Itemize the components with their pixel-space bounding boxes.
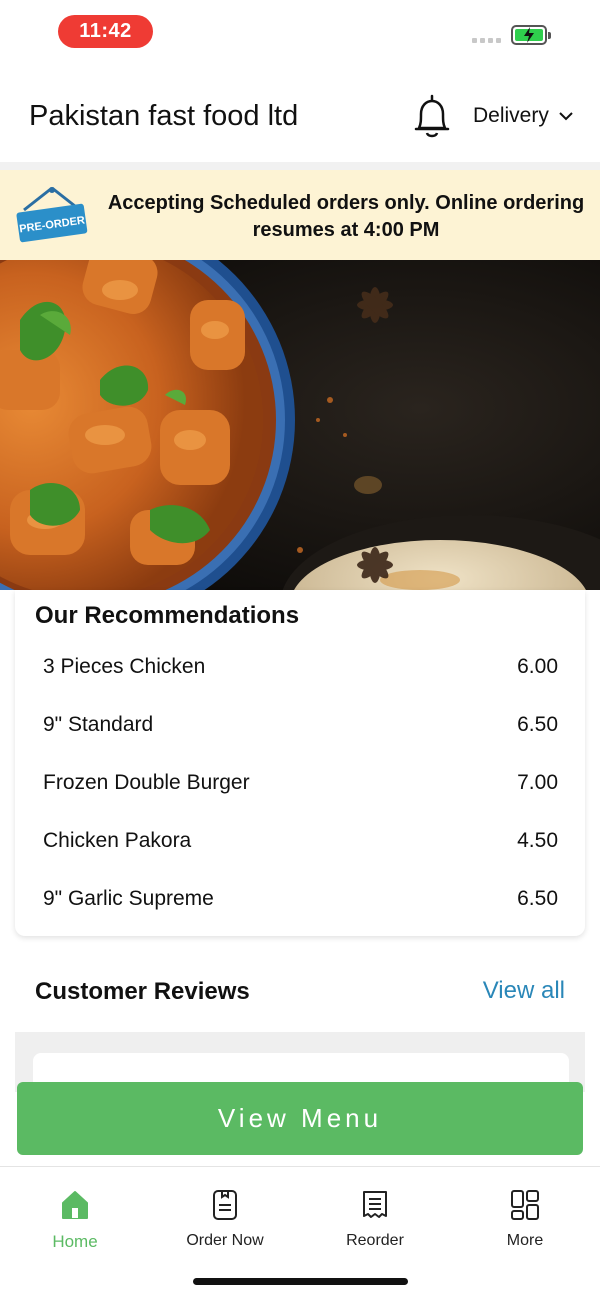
- nav-label: More: [506, 1232, 544, 1249]
- app-header: Pakistan fast food ltd Delivery: [0, 72, 600, 162]
- view-menu-button[interactable]: View Menu: [17, 1082, 583, 1155]
- nav-reorder[interactable]: Reorder: [300, 1189, 450, 1250]
- recommendation-item[interactable]: 3 Pieces Chicken 6.00: [43, 647, 558, 687]
- banner-message: Accepting Scheduled orders only. Online …: [107, 192, 585, 241]
- order-icon: [213, 1190, 237, 1220]
- item-price: 6.00: [517, 655, 558, 678]
- home-indicator: [193, 1278, 408, 1285]
- recommendations-card: Our Recommendations 3 Pieces Chicken 6.0…: [15, 590, 585, 936]
- recommendation-item[interactable]: 9" Garlic Supreme 6.50: [43, 879, 558, 919]
- nav-label: Reorder: [346, 1232, 404, 1249]
- item-price: 4.50: [517, 829, 558, 852]
- delivery-mode-label: Delivery: [473, 104, 549, 127]
- view-all-reviews-link[interactable]: View all: [483, 977, 565, 1005]
- item-name: 3 Pieces Chicken: [43, 655, 206, 678]
- home-icon: [62, 1191, 88, 1219]
- customer-reviews-header: Customer Reviews View all: [15, 950, 585, 1032]
- item-name: 9" Standard: [43, 713, 154, 736]
- chevron-down-icon: [559, 111, 573, 120]
- signal-icon: [472, 38, 501, 43]
- item-name: 9" Garlic Supreme: [43, 887, 214, 910]
- nav-home[interactable]: Home: [0, 1189, 150, 1252]
- item-name: Chicken Pakora: [43, 829, 192, 852]
- recommendation-item[interactable]: Frozen Double Burger 7.00: [43, 763, 558, 803]
- item-name: Frozen Double Burger: [43, 771, 250, 794]
- nav-label: Order Now: [186, 1232, 264, 1249]
- nav-more[interactable]: More: [450, 1189, 600, 1250]
- delivery-mode-dropdown[interactable]: Delivery: [473, 104, 573, 128]
- nav-order-now[interactable]: Order Now: [150, 1189, 300, 1250]
- item-price: 6.50: [517, 713, 558, 736]
- nav-label: Home: [52, 1232, 98, 1251]
- preorder-banner: PRE-ORDER Accepting Scheduled orders onl…: [0, 170, 600, 260]
- hero-food-image: [0, 260, 600, 590]
- status-bar: 11:42: [0, 0, 600, 64]
- reviews-title: Customer Reviews: [35, 978, 250, 1005]
- recommendation-item[interactable]: Chicken Pakora 4.50: [43, 821, 558, 861]
- recommendation-item[interactable]: 9" Standard 6.50: [43, 705, 558, 745]
- battery-icon: [511, 25, 551, 45]
- receipt-icon: [363, 1191, 387, 1218]
- grid-icon: [511, 1190, 539, 1220]
- recommendations-title: Our Recommendations: [35, 602, 300, 629]
- item-price: 7.00: [517, 771, 558, 794]
- bell-icon[interactable]: [410, 92, 454, 142]
- item-price: 6.50: [517, 887, 558, 910]
- header-divider: [0, 162, 600, 170]
- preorder-sign-icon: PRE-ORDER: [16, 186, 88, 243]
- store-name: Pakistan fast food ltd: [29, 100, 299, 132]
- status-time: 11:42: [58, 15, 153, 48]
